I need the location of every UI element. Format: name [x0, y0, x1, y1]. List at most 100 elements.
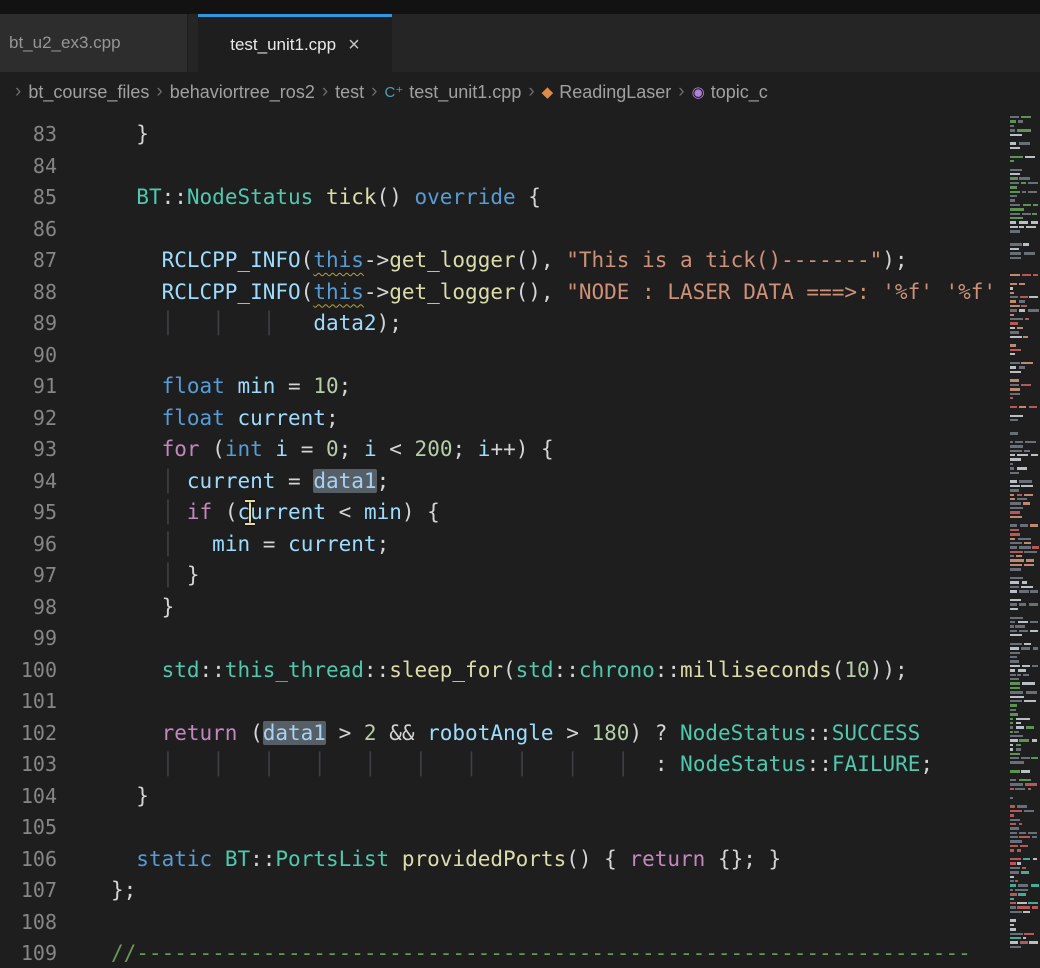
breadcrumb-item[interactable]: test [335, 82, 364, 103]
minimap-line [1008, 797, 1040, 799]
breadcrumb-chevron-icon: › [371, 81, 377, 103]
line-number: 104 [0, 781, 57, 813]
line-number: 94 [0, 466, 57, 498]
minimap-line [1008, 674, 1040, 676]
minimap-line [1008, 577, 1040, 579]
minimap-line [1008, 630, 1040, 632]
minimap-line [1008, 564, 1040, 566]
minimap-line [1008, 270, 1040, 272]
code-line[interactable]: 91 float min = 10; [0, 371, 1040, 403]
minimap-line [1008, 524, 1040, 526]
code-line[interactable]: 101 [0, 686, 1040, 718]
minimap-line [1008, 718, 1040, 720]
minimap-line [1008, 669, 1040, 671]
code-editor[interactable]: 83 }8485 BT::NodeStatus tick() override … [0, 112, 1040, 968]
minimap-line [1008, 871, 1040, 873]
minimap-line [1008, 309, 1040, 311]
breadcrumb-item[interactable]: C⁺test_unit1.cpp [385, 82, 522, 103]
code-line[interactable]: 95 │ if (current < min) { [0, 497, 1040, 529]
breadcrumb-item[interactable]: behaviortree_ros2 [170, 82, 315, 103]
minimap-line [1008, 744, 1040, 746]
minimap-line [1008, 660, 1040, 662]
code-line[interactable]: 100 std::this_thread::sleep_for(std::chr… [0, 655, 1040, 687]
minimap-line [1008, 116, 1040, 118]
code-text: float min = 10; [111, 371, 351, 403]
minimap-line [1008, 735, 1040, 737]
tab-bt-u2-ex3[interactable]: bt_u2_ex3.cpp [0, 14, 188, 72]
minimap-line [1008, 919, 1040, 921]
minimap-line [1008, 775, 1040, 777]
minimap-line [1008, 415, 1040, 417]
line-number: 97 [0, 560, 57, 592]
minimap-line [1008, 617, 1040, 619]
breadcrumb-label: topic_c [711, 82, 768, 103]
minimap-line [1008, 160, 1040, 162]
code-line[interactable]: 96 │ min = current; [0, 529, 1040, 561]
code-line[interactable]: 102 return (data1 > 2 && robotAngle > 18… [0, 718, 1040, 750]
code-line[interactable]: 108 [0, 907, 1040, 939]
minimap-line [1008, 213, 1040, 215]
code-line[interactable]: 93 for (int i = 0; i < 200; i++) { [0, 434, 1040, 466]
code-line[interactable]: 94 │ current = data1; [0, 466, 1040, 498]
tab-bar: bt_u2_ex3.cpp test_unit1.cpp × [0, 14, 1040, 72]
code-line[interactable]: 87 RCLCPP_INFO(this->get_logger(), "This… [0, 245, 1040, 277]
code-line[interactable]: 90 [0, 340, 1040, 372]
code-line[interactable]: 84 [0, 151, 1040, 183]
minimap-line [1008, 612, 1040, 614]
code-text: │ if (current < min) { [111, 497, 440, 529]
minimap-line [1008, 476, 1040, 478]
minimap-line [1008, 401, 1040, 403]
minimap-line [1008, 696, 1040, 698]
minimap-line [1008, 221, 1040, 223]
code-text: │ current = data1; [111, 466, 389, 498]
code-line[interactable]: 98 } [0, 592, 1040, 624]
minimap-line [1008, 849, 1040, 851]
code-text: RCLCPP_INFO(this->get_logger(), "NODE : … [111, 277, 996, 309]
code-line[interactable]: 83 } [0, 119, 1040, 151]
minimap-line [1008, 239, 1040, 241]
minimap-line [1008, 472, 1040, 474]
code-line[interactable]: 89 │ │ │ data2); [0, 308, 1040, 340]
code-line[interactable]: 92 float current; [0, 403, 1040, 435]
minimap-line [1008, 884, 1040, 886]
minimap-line [1008, 226, 1040, 228]
code-line[interactable]: 97 │ } [0, 560, 1040, 592]
minimap-line [1008, 344, 1040, 346]
minimap-line [1008, 915, 1040, 917]
minimap-line [1008, 494, 1040, 496]
minimap-line [1008, 230, 1040, 232]
close-icon[interactable]: × [348, 35, 360, 55]
breadcrumb-item[interactable]: bt_course_files [28, 82, 149, 103]
line-number: 93 [0, 434, 57, 466]
breadcrumb-item[interactable]: ◉topic_c [692, 82, 768, 103]
minimap-line [1008, 880, 1040, 882]
breadcrumb-label: behaviortree_ros2 [170, 82, 315, 103]
code-line[interactable]: 85 BT::NodeStatus tick() override { [0, 182, 1040, 214]
minimap-line [1008, 287, 1040, 289]
minimap-line [1008, 801, 1040, 803]
minimap-line [1008, 902, 1040, 904]
minimap-line [1008, 595, 1040, 597]
code-line[interactable]: 109//-----------------------------------… [0, 938, 1040, 968]
code-line[interactable]: 105 [0, 812, 1040, 844]
line-number: 109 [0, 938, 57, 968]
tab-test-unit1[interactable]: test_unit1.cpp × [198, 14, 392, 72]
minimap-line [1008, 590, 1040, 592]
code-line[interactable]: 103 │ │ │ │ │ │ │ │ │ │ : NodeStatus::FA… [0, 749, 1040, 781]
code-line[interactable]: 86 [0, 214, 1040, 246]
minimap-line [1008, 893, 1040, 895]
minimap-line [1008, 406, 1040, 408]
code-line[interactable]: 104 } [0, 781, 1040, 813]
code-text: float current; [111, 403, 339, 435]
minimap-line [1008, 858, 1040, 860]
minimap[interactable] [1008, 112, 1040, 968]
line-number: 89 [0, 308, 57, 340]
minimap-line [1008, 498, 1040, 500]
code-line[interactable]: 99 [0, 623, 1040, 655]
code-line[interactable]: 88 RCLCPP_INFO(this->get_logger(), "NODE… [0, 277, 1040, 309]
code-line[interactable]: 107}; [0, 875, 1040, 907]
breadcrumb-item[interactable]: ◆ReadingLaser [542, 82, 672, 103]
code-line[interactable]: 106 static BT::PortsList providedPorts()… [0, 844, 1040, 876]
minimap-line [1008, 757, 1040, 759]
minimap-line [1008, 546, 1040, 548]
